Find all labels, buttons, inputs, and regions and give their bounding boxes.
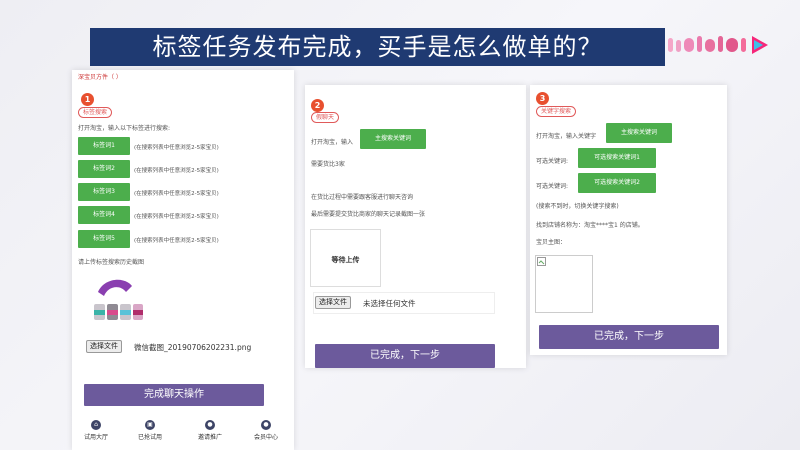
nav-member-center[interactable]: ● 会员中心 [244,420,288,441]
main-keyword-button[interactable]: 主搜索关键词 [360,129,426,149]
choose-file-button[interactable]: 选择文件 [315,296,351,309]
cut-off-header: 深宝贝方件（ ） [78,74,122,81]
row-label: 可选关键词: [536,183,569,190]
tag-note: (在搜索列表中任意浏览2-5家宝贝) [134,168,219,174]
tag-note: (在搜索列表中任意浏览2-5家宝贝) [134,145,219,151]
main-keyword-button[interactable]: 主搜索关键词 [606,123,672,143]
member-icon: ● [261,420,271,430]
optional-keyword-2-button[interactable]: 可选搜索关键词2 [578,173,656,193]
choose-file-button[interactable]: 选择文件 [86,340,122,353]
cart-icon: ▣ [145,420,155,430]
tag-button-1[interactable]: 标签词1 [78,137,130,155]
tag-note: (在搜索列表中任意浏览2-5家宝贝) [134,214,219,220]
submit-screenshot-text: 最后需要提交货比商家的聊天记录截图一张 [311,211,426,218]
step1-panel: 深宝贝方件（ ） 1 标签搜索 打开淘宝，输入以下标签进行搜索: 标签词1 (在… [72,70,294,450]
nav-invite[interactable]: ● 邀请推广 [188,420,232,441]
tag-note: (在搜索列表中任意浏览2-5家宝贝) [134,238,219,244]
selected-file-name: 微信截图_20190706202231.png [134,343,252,352]
optional-keyword-1-button[interactable]: 可选搜索关键词1 [578,148,656,168]
nav-trial-hall[interactable]: ⌂ 试用大厅 [74,420,118,441]
tag-button-4[interactable]: 标签词4 [78,206,130,224]
upload-label: 请上传标签搜索历史截图 [78,259,145,266]
complete-chat-button[interactable]: 完成聊天操作 [84,384,264,406]
tag-note: (在搜索列表中任意浏览2-5家宝贝) [134,191,219,197]
product-thumbnail-image [94,279,143,320]
instruction-text: 打开淘宝，输入以下标签进行搜索: [78,125,171,132]
main-image-label: 宝贝主图： [536,239,567,246]
tag-button-5[interactable]: 标签词5 [78,230,130,248]
user-icon: ● [205,420,215,430]
broken-image-icon [537,257,546,266]
step3-panel: 3 关键字搜索 打开淘宝，输入关键字 主搜索关键词 可选关键词: 可选搜索关键词… [530,85,727,355]
tag-button-3[interactable]: 标签词3 [78,183,130,201]
home-icon: ⌂ [91,420,101,430]
brand-logo-icon [668,36,768,54]
page-title: 标签任务发布完成，买手是怎么做单的？ [90,28,665,66]
chat-consult-text: 在货比过程中需要跟客服进行聊天咨询 [311,194,414,201]
next-step-button[interactable]: 已完成，下一步 [315,344,495,368]
step-badge: 1 [81,93,94,106]
waiting-upload-text: 等待上传 [331,256,360,264]
tag-button-2[interactable]: 标签词2 [78,160,130,178]
step2-panel: 2 假聊天 打开淘宝，输入 主搜索关键词 需要货比3家 在货比过程中需要跟客服进… [305,85,526,368]
selected-file-name: 未选择任何文件 [363,299,416,308]
switch-hint: (搜索不到时，切换关键字搜索) [536,203,619,210]
tag-search-pill: 标签搜索 [78,107,113,118]
row-label: 可选关键词: [536,158,569,165]
fake-chat-pill: 假聊天 [311,112,340,123]
shop-name-text: 找到店铺名称为：淘宝****宝1 的店铺。 [536,222,644,229]
compare-three-text: 需要货比3家 [311,161,345,168]
row-label: 打开淘宝，输入关键字 [536,133,597,140]
broken-image [535,255,593,313]
instruction-text: 打开淘宝，输入 [311,139,354,146]
next-step-button[interactable]: 已完成，下一步 [539,325,719,349]
upload-placeholder[interactable]: 等待上传 [310,229,381,287]
nav-claimed-trials[interactable]: ▣ 已抢试用 [128,420,172,441]
step-badge: 3 [536,92,549,105]
step-badge: 2 [311,99,324,112]
keyword-search-pill: 关键字搜索 [536,106,577,117]
